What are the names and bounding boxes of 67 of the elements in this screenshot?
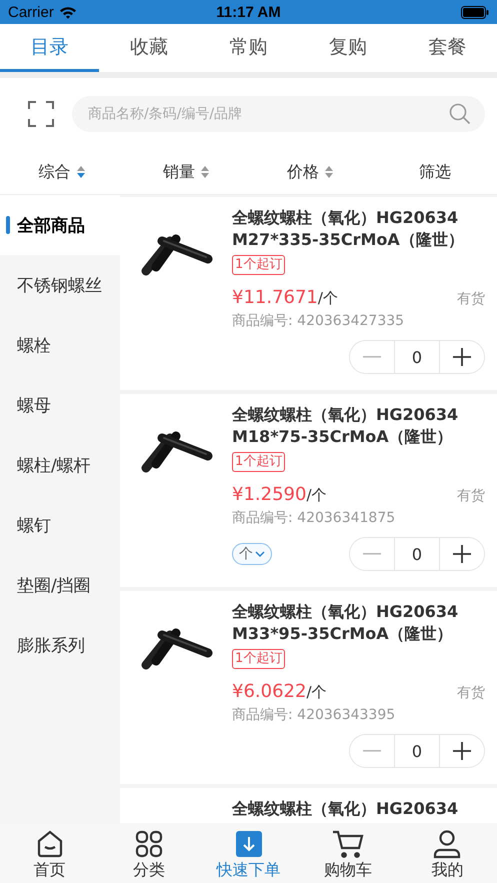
- sidebar-item[interactable]: 螺母: [0, 375, 120, 435]
- nav-tab[interactable]: 我的: [398, 823, 497, 883]
- search-icon[interactable]: [449, 103, 471, 125]
- wifi-icon: [58, 6, 77, 18]
- nav-tab[interactable]: 快速下单: [198, 823, 298, 883]
- product-title[interactable]: 全螺纹螺柱（氧化）HG20634 M33*95-35CrMoA（隆世）: [232, 601, 485, 645]
- nav-tab[interactable]: 首页: [0, 823, 100, 883]
- product-price: ¥6.0622: [232, 681, 306, 702]
- plus-icon: [453, 742, 471, 760]
- product-code: 商品编号: 42036343395: [232, 706, 396, 724]
- plus-icon: [453, 545, 471, 563]
- stock-status: 有货: [457, 487, 485, 505]
- category-tab[interactable]: 收藏: [99, 24, 199, 72]
- sidebar-item[interactable]: 螺栓: [0, 315, 120, 375]
- nav-tab[interactable]: 分类: [99, 823, 199, 883]
- cart-icon: [332, 829, 364, 859]
- product-title[interactable]: 全螺纹螺柱（氧化）HG20634 M18*75-35CrMoA（隆世）: [232, 404, 485, 448]
- minus-icon: [363, 356, 381, 358]
- sort-button[interactable]: 综合: [0, 150, 124, 194]
- product-code: 商品编号: 42036341875: [232, 509, 396, 527]
- status-time: 11:17 AM: [216, 4, 281, 20]
- minus-icon: [363, 553, 381, 555]
- quantity-stepper[interactable]: 0: [349, 537, 485, 571]
- category-tab[interactable]: 复购: [298, 24, 398, 72]
- min-order-tag: 1个起订: [232, 452, 286, 472]
- price-unit: /个: [306, 683, 326, 702]
- category-tab[interactable]: 常购: [198, 24, 298, 72]
- sidebar-item[interactable]: 螺柱/螺杆: [0, 435, 120, 495]
- nav-tab[interactable]: 购物车: [298, 823, 398, 883]
- price-unit: /个: [318, 289, 338, 308]
- download-icon: [234, 829, 264, 859]
- quantity-field[interactable]: 0: [394, 538, 440, 570]
- quantity-field[interactable]: 0: [394, 341, 440, 373]
- sidebar-item[interactable]: 垫圈/挡圈: [0, 555, 120, 615]
- sidebar-item[interactable]: 螺钉: [0, 495, 120, 555]
- quantity-field[interactable]: 0: [394, 735, 440, 767]
- sidebar-item[interactable]: 全部商品: [0, 195, 120, 255]
- grid-icon: [134, 829, 164, 859]
- minus-icon: [363, 750, 381, 752]
- category-tab[interactable]: 目录: [0, 24, 100, 72]
- carrier-label: Carrier: [8, 4, 54, 20]
- scan-icon[interactable]: [28, 101, 54, 127]
- sort-button[interactable]: 价格: [248, 150, 373, 194]
- stock-status: 有货: [457, 684, 485, 702]
- unit-selector[interactable]: 个: [232, 543, 272, 565]
- sort-button[interactable]: 销量: [124, 150, 248, 194]
- sidebar-item[interactable]: 不锈钢螺丝: [0, 255, 120, 315]
- chevron-down-icon: [255, 551, 265, 557]
- product-price: ¥11.7671: [232, 287, 318, 308]
- search-field[interactable]: 商品名称/条码/编号/品牌: [86, 105, 449, 123]
- search-bar[interactable]: 商品名称/条码/编号/品牌: [72, 96, 485, 132]
- product-title[interactable]: 全螺纹螺柱（氧化）HG20634 M27*335-35CrMoA（隆世）: [232, 207, 485, 251]
- battery-icon: [461, 6, 490, 18]
- stock-status: 有货: [457, 290, 485, 308]
- plus-icon: [453, 348, 471, 366]
- filter-button[interactable]: 筛选: [372, 150, 497, 194]
- product-price: ¥1.2590: [232, 484, 306, 505]
- quantity-stepper[interactable]: 0: [349, 734, 485, 768]
- product-title[interactable]: 全螺纹螺柱（氧化）HG20634: [232, 798, 485, 820]
- sidebar-item[interactable]: 膨胀系列: [0, 615, 120, 675]
- min-order-tag: 1个起订: [232, 255, 286, 275]
- product-code: 商品编号: 420363427335: [232, 312, 406, 330]
- category-tab[interactable]: 套餐: [398, 24, 497, 72]
- price-unit: /个: [306, 486, 326, 505]
- quantity-stepper[interactable]: 0: [349, 340, 485, 374]
- min-order-tag: 1个起订: [232, 649, 286, 669]
- user-icon: [432, 829, 462, 859]
